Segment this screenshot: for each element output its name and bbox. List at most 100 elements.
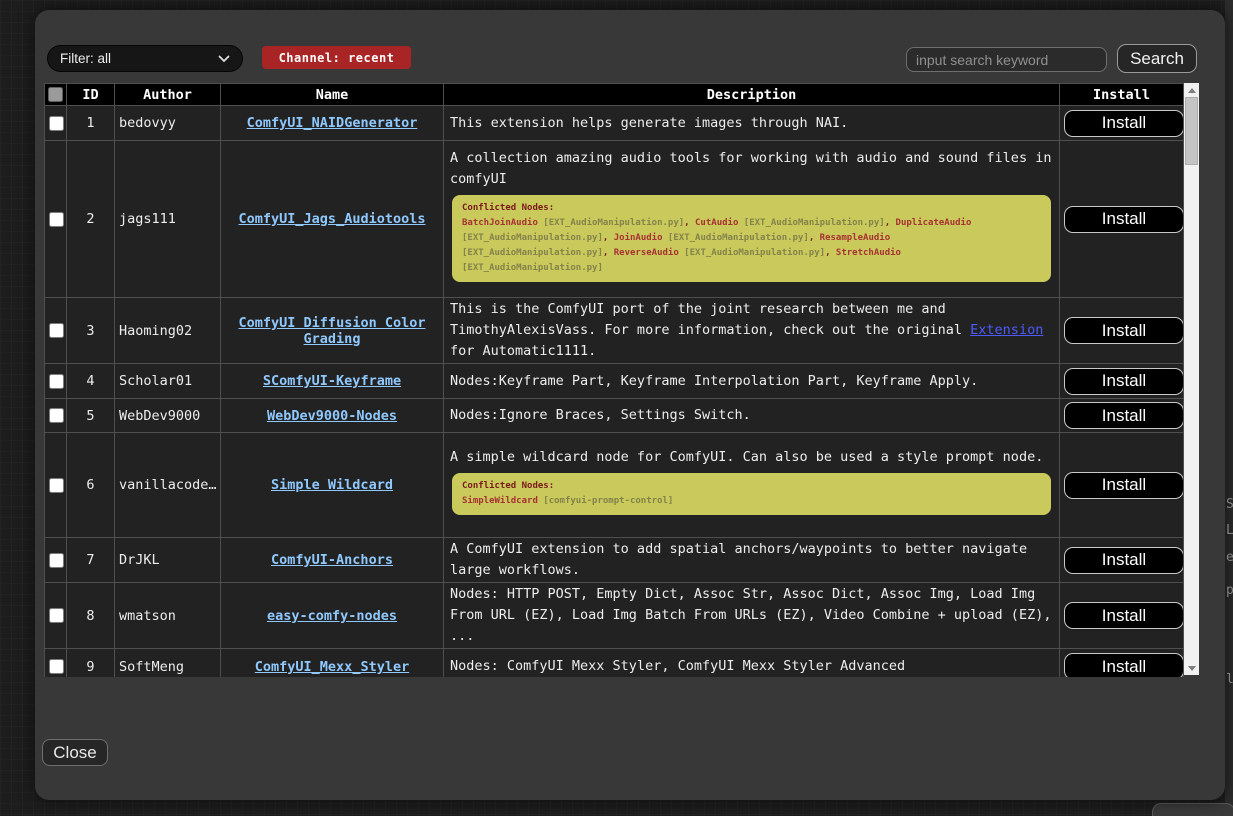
background-partial-button xyxy=(1152,803,1233,816)
background-text-fragment: S xyxy=(1226,497,1233,512)
description-text: Nodes:Keyframe Part, Keyframe Interpolat… xyxy=(450,371,1053,392)
extension-name-link[interactable]: SComfyUI-Keyframe xyxy=(263,373,401,389)
row-checkbox[interactable] xyxy=(49,608,64,623)
row-install-cell: Install xyxy=(1060,364,1184,399)
row-checkbox[interactable] xyxy=(49,478,64,493)
row-checkbox[interactable] xyxy=(49,408,64,423)
select-all-checkbox[interactable] xyxy=(48,87,63,102)
extension-name-link[interactable]: ComfyUI Diffusion Color Grading xyxy=(239,315,426,347)
install-button[interactable]: Install xyxy=(1064,317,1184,344)
channel-badge: Channel: recent xyxy=(262,46,411,69)
extension-name-link[interactable]: ComfyUI_Jags_Audiotools xyxy=(239,211,426,227)
row-id: 9 xyxy=(67,649,115,678)
conflicted-node-name: StretchAudio xyxy=(836,248,901,258)
row-name-cell: ComfyUI_Jags_Audiotools xyxy=(221,141,444,298)
conflicted-node-name: DuplicateAudio xyxy=(896,218,972,228)
row-description: Nodes: HTTP POST, Empty Dict, Assoc Str,… xyxy=(444,583,1060,649)
row-description: Nodes:Ignore Braces, Settings Switch. xyxy=(444,399,1060,433)
install-button[interactable]: Install xyxy=(1064,206,1184,233)
header-author: Author xyxy=(115,84,221,106)
description-text: A collection amazing audio tools for wor… xyxy=(450,148,1053,190)
row-checkbox-cell xyxy=(45,106,67,141)
row-install-cell: Install xyxy=(1060,538,1184,583)
extension-name-link[interactable]: ComfyUI_Mexx_Styler xyxy=(255,659,409,675)
filter-dropdown-value: Filter: all xyxy=(60,51,111,66)
row-checkbox[interactable] xyxy=(49,659,64,674)
install-button[interactable]: Install xyxy=(1064,472,1184,499)
search-button[interactable]: Search xyxy=(1117,44,1197,73)
row-name-cell: ComfyUI Diffusion Color Grading xyxy=(221,298,444,364)
row-install-cell: Install xyxy=(1060,583,1184,649)
header-checkbox-cell xyxy=(45,84,67,106)
row-name-cell: easy-comfy-nodes xyxy=(221,583,444,649)
conflicted-node-name: JoinAudio xyxy=(614,233,663,243)
row-install-cell: Install xyxy=(1060,649,1184,678)
description-text: A ComfyUI extension to add spatial ancho… xyxy=(450,539,1053,581)
row-id: 3 xyxy=(67,298,115,364)
extension-name-link[interactable]: Simple Wildcard xyxy=(271,477,393,493)
conflicted-node-source: [EXT_AudioManipulation.py] xyxy=(462,263,603,273)
extension-name-link[interactable]: ComfyUI_NAIDGenerator xyxy=(247,115,418,131)
row-checkbox[interactable] xyxy=(49,212,64,227)
install-button[interactable]: Install xyxy=(1064,547,1184,574)
row-id: 5 xyxy=(67,399,115,433)
filter-dropdown[interactable]: Filter: all xyxy=(47,45,243,72)
description-text: Nodes: ComfyUI Mexx Styler, ComfyUI Mexx… xyxy=(450,656,1053,677)
row-name-cell: WebDev9000-Nodes xyxy=(221,399,444,433)
background-text-fragment: p xyxy=(1226,583,1233,598)
table-row: 3Haoming02ComfyUI Diffusion Color Gradin… xyxy=(45,298,1184,364)
conflicted-node-source: [EXT_AudioManipulation.py] xyxy=(679,248,825,258)
search-input[interactable] xyxy=(906,47,1107,72)
row-checkbox-cell xyxy=(45,364,67,399)
row-author: SoftMeng xyxy=(115,649,221,678)
install-button[interactable]: Install xyxy=(1064,110,1184,137)
description-text: This is the ComfyUI port of the joint re… xyxy=(450,299,1053,362)
scrollbar-down-arrow-icon[interactable] xyxy=(1184,661,1199,675)
install-button[interactable]: Install xyxy=(1064,602,1184,629)
extension-name-link[interactable]: ComfyUI-Anchors xyxy=(271,552,393,568)
description-text: A simple wildcard node for ComfyUI. Can … xyxy=(450,447,1053,468)
row-description: This extension helps generate images thr… xyxy=(444,106,1060,141)
app-background: Filter: all Channel: recent Search ID Au… xyxy=(0,0,1233,815)
extensions-table-wrap: ID Author Name Description Install 1bedo… xyxy=(44,83,1199,677)
row-description: This is the ComfyUI port of the joint re… xyxy=(444,298,1060,364)
conflicted-node-source: [EXT_AudioManipulation.py] xyxy=(538,218,684,228)
table-scrollbar[interactable] xyxy=(1184,83,1199,675)
header-name: Name xyxy=(221,84,444,106)
install-button[interactable]: Install xyxy=(1064,653,1184,677)
row-description: A simple wildcard node for ComfyUI. Can … xyxy=(444,433,1060,538)
conflicted-node-name: BatchJoinAudio xyxy=(462,218,538,228)
row-checkbox-cell xyxy=(45,433,67,538)
chevron-down-icon xyxy=(218,55,230,63)
close-button[interactable]: Close xyxy=(42,739,108,766)
row-author: WebDev9000 xyxy=(115,399,221,433)
row-checkbox[interactable] xyxy=(49,323,64,338)
install-button[interactable]: Install xyxy=(1064,368,1184,395)
row-checkbox[interactable] xyxy=(49,116,64,131)
external-extension-link[interactable]: Extension xyxy=(970,322,1043,338)
row-checkbox-cell xyxy=(45,298,67,364)
background-text-fragment: L xyxy=(1226,523,1233,538)
table-row: 6vanillacode…Simple WildcardA simple wil… xyxy=(45,433,1184,538)
conflicted-nodes-title: Conflicted Nodes: xyxy=(462,201,1041,216)
scrollbar-up-arrow-icon[interactable] xyxy=(1184,83,1199,97)
scrollbar-thumb[interactable] xyxy=(1185,97,1198,165)
row-checkbox-cell xyxy=(45,399,67,433)
header-id: ID xyxy=(67,84,115,106)
extension-name-link[interactable]: WebDev9000-Nodes xyxy=(267,408,397,424)
conflicted-node-source: [EXT_AudioManipulation.py] xyxy=(663,233,809,243)
description-text: Nodes:Ignore Braces, Settings Switch. xyxy=(450,405,1053,426)
extension-name-link[interactable]: easy-comfy-nodes xyxy=(267,608,397,624)
row-checkbox-cell xyxy=(45,583,67,649)
row-checkbox[interactable] xyxy=(49,374,64,389)
conflicted-node-source: [EXT_AudioManipulation.py] xyxy=(462,248,603,258)
conflicted-node-source: [EXT_AudioManipulation.py] xyxy=(738,218,884,228)
row-install-cell: Install xyxy=(1060,141,1184,298)
row-id: 8 xyxy=(67,583,115,649)
table-row: 1bedovyyComfyUI_NAIDGeneratorThis extens… xyxy=(45,106,1184,141)
row-author: bedovyy xyxy=(115,106,221,141)
install-button[interactable]: Install xyxy=(1064,402,1184,429)
conflicted-node-name: ResampleAudio xyxy=(820,233,890,243)
row-author: Scholar01 xyxy=(115,364,221,399)
row-checkbox[interactable] xyxy=(49,553,64,568)
